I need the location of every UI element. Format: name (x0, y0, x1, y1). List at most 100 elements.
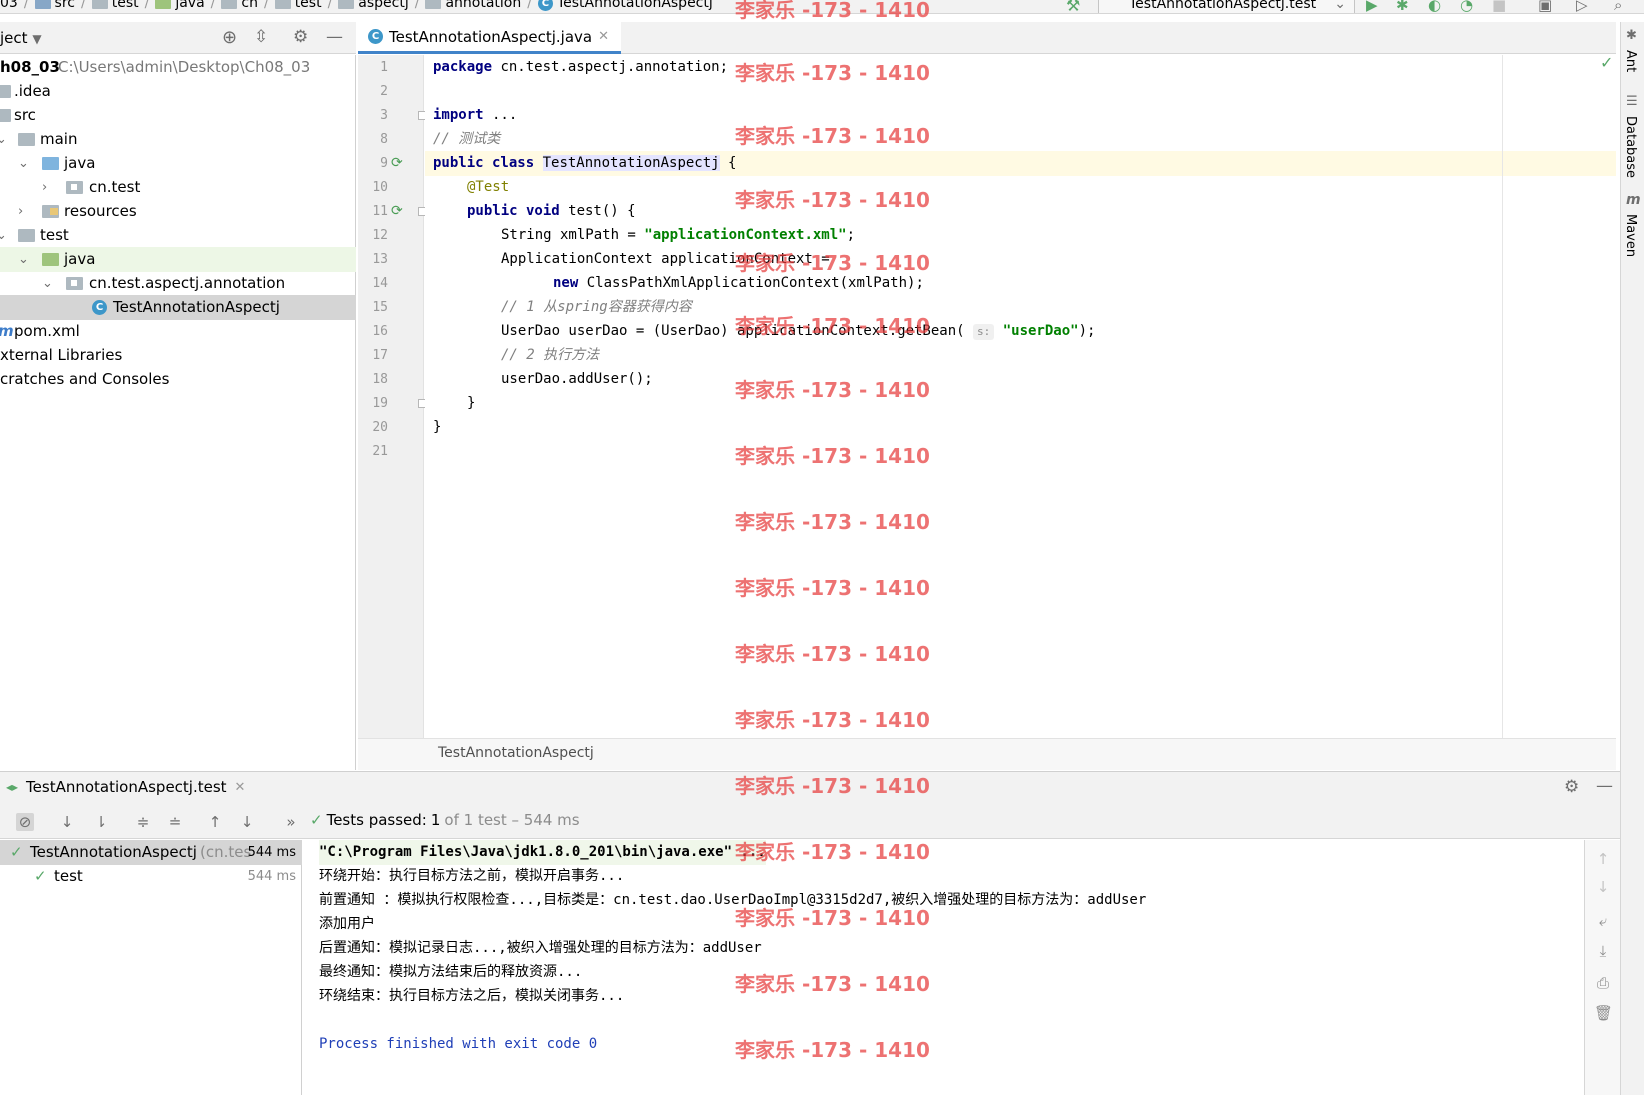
project-view-selector[interactable]: ject ▼ (0, 29, 42, 47)
run-tab[interactable]: ◂▸ TestAnnotationAspectj.test ✕ (6, 778, 245, 796)
minimize-icon[interactable]: — (326, 27, 343, 47)
test-status: ✓ Tests passed: 1 of 1 test – 544 ms (310, 811, 580, 829)
chevron-down-icon[interactable]: ⌄ (18, 247, 30, 272)
code-line: ApplicationContext applicationContext = (501, 251, 830, 267)
gear-icon[interactable]: ⚙ (1564, 777, 1579, 797)
line-number: 19 (372, 396, 388, 411)
tool-window-ant[interactable]: Ant (1623, 50, 1638, 72)
run-test-class-icon[interactable]: ⟳ (391, 155, 407, 171)
collapse-all-icon[interactable]: ≐ (166, 813, 184, 831)
scroll-to-end-icon[interactable]: ⤓ (1594, 942, 1612, 960)
code-editor[interactable]: package cn.test.aspectj.annotation; impo… (425, 55, 1616, 738)
check-icon: ✓ (310, 811, 323, 829)
console-toolbar: ↑ ↓ ⤶ ⤓ ⎙ 🗑 (1584, 840, 1620, 1095)
chevron-down-icon[interactable]: ⌄ (0, 223, 8, 248)
chevron-right-icon: / (144, 0, 150, 11)
tree-item-test[interactable]: ⌄ test (0, 223, 356, 248)
soft-wrap-icon[interactable]: ⤶ (1594, 912, 1612, 930)
run-test-method-icon[interactable]: ⟳ (391, 203, 407, 219)
chevron-right-icon: / (527, 0, 532, 11)
chevron-right-icon: / (263, 0, 269, 11)
chevron-down-icon[interactable]: ⌄ (42, 271, 54, 296)
close-icon[interactable]: ✕ (598, 29, 609, 44)
chevron-right-icon[interactable]: › (18, 199, 30, 224)
more-icon[interactable]: » (282, 813, 300, 831)
chevron-right-icon[interactable]: › (42, 175, 54, 200)
run-icon[interactable]: ▶ (1366, 0, 1384, 13)
right-tool-strip: ✱ Ant ☰ Database m Maven (1620, 22, 1644, 1095)
terminal-icon[interactable]: ▷ (1576, 0, 1594, 13)
tab-test-annotation-aspectj[interactable]: C TestAnnotationAspectj.java ✕ (358, 22, 622, 54)
minimize-icon[interactable]: — (1596, 776, 1613, 796)
breadcrumb-item-class[interactable]: C TestAnnotationAspectj (537, 0, 713, 11)
test-suite-row[interactable]: ✓ TestAnnotationAspectj (cn.tes 544 ms (0, 840, 302, 865)
breadcrumb-item-cn[interactable]: cn (221, 0, 258, 11)
code-line: // 测试类 (433, 131, 501, 147)
console-line: 添加用户 (319, 916, 375, 932)
breadcrumb-item-module[interactable]: 03 (0, 0, 18, 11)
close-icon[interactable]: ✕ (235, 780, 246, 795)
down-arrow-icon[interactable]: ↓ (1594, 878, 1612, 896)
build-hammer-icon[interactable]: ⚒ (1066, 0, 1084, 13)
folder-icon (91, 0, 108, 9)
trash-icon[interactable]: 🗑 (1594, 1004, 1613, 1022)
tree-item-test-java[interactable]: ⌄ java (0, 247, 356, 272)
ant-icon: ✱ (1626, 28, 1637, 43)
stop-icon[interactable]: ■ (1492, 0, 1510, 13)
show-passed-icon[interactable]: ⊘ (16, 813, 34, 831)
search-icon[interactable]: ⌕ (1614, 0, 1632, 13)
line-number: 15 (372, 300, 388, 315)
up-arrow-icon[interactable]: ↑ (1594, 850, 1612, 868)
chevron-down-icon[interactable]: ⌄ (18, 151, 30, 176)
tree-item-main[interactable]: ⌄ main (0, 127, 356, 152)
test-method-row[interactable]: ✓ test 544 ms (0, 864, 302, 889)
tree-item-pom[interactable]: m pom.xml (0, 319, 356, 344)
tree-item-annotation-package[interactable]: ⌄ cn.test.aspectj.annotation (0, 271, 356, 296)
line-number: 13 (372, 252, 388, 267)
chevron-down-icon[interactable]: ⌄ (0, 127, 8, 152)
breadcrumb-item-annotation[interactable]: annotation (425, 0, 521, 11)
code-line: String xmlPath = "applicationContext.xml… (501, 227, 856, 243)
tree-item-src[interactable]: src (0, 103, 356, 128)
coverage-icon[interactable]: ◐ (1428, 0, 1446, 13)
gear-icon[interactable]: ⚙ (293, 27, 308, 47)
tree-item-resources[interactable]: › resources (0, 199, 356, 224)
code-line: } (433, 419, 442, 435)
tree-item-idea[interactable]: .idea (0, 79, 356, 104)
next-failed-icon[interactable]: ↓ (238, 813, 256, 831)
breadcrumb-item-java[interactable]: java (155, 0, 205, 11)
tool-window-database[interactable]: Database (1623, 116, 1638, 178)
console-output[interactable]: "C:\Program Files\Java\jdk1.8.0_201\bin\… (303, 840, 1583, 1095)
debug-icon[interactable]: ✱ (1396, 0, 1414, 13)
sort-alphabetically-icon[interactable]: ↓ (58, 813, 76, 831)
locate-file-icon[interactable]: ⊕ (222, 27, 237, 48)
breadcrumb: 03/ src / test / java / cn / test / aspectj / … (0, 0, 717, 12)
expand-all-icon[interactable]: ≑ (134, 813, 152, 831)
tool-window-maven[interactable]: Maven (1623, 214, 1638, 257)
package-icon (66, 181, 83, 194)
line-number: 18 (372, 372, 388, 387)
breadcrumb-item-aspectj[interactable]: aspectj (338, 0, 409, 11)
profile-icon[interactable]: ◔ (1460, 0, 1478, 13)
previous-failed-icon[interactable]: ↑ (206, 813, 224, 831)
breadcrumb-item-test[interactable]: test (91, 0, 139, 11)
project-structure-icon[interactable]: ▣ (1538, 0, 1556, 13)
print-icon[interactable]: ⎙ (1594, 974, 1612, 992)
run-configuration-select[interactable]: TestAnnotationAspectj.test ⌄ (1098, 0, 1355, 13)
right-margin-guide (1502, 55, 1503, 738)
tree-item-project-root[interactable]: h08_03 C:\Users\admin\Desktop\Ch08_03 (0, 55, 356, 80)
tree-item-main-java[interactable]: ⌄ java (0, 151, 356, 176)
sort-by-duration-icon[interactable]: ⇂ (92, 813, 110, 831)
console-line-exit: Process finished with exit code 0 (319, 1036, 598, 1052)
tree-item-test-class[interactable]: C TestAnnotationAspectj (0, 295, 356, 320)
console-line: 环绕开始：执行目标方法之前，模拟开启事务... (319, 868, 625, 884)
tree-item-external-libraries[interactable]: xternal Libraries (0, 343, 356, 368)
collapse-all-icon[interactable]: ⇳ (254, 27, 268, 47)
tree-item-scratches[interactable]: cratches and Consoles (0, 367, 356, 392)
no-problems-check-icon[interactable]: ✓ (1600, 53, 1613, 72)
project-panel-header: ject ▼ ⊕ ⇳ ⚙ — (0, 22, 356, 54)
tree-item-cn-test[interactable]: › cn.test (0, 175, 356, 200)
line-number: 2 (380, 84, 388, 99)
breadcrumb-item-src[interactable]: src (34, 0, 75, 11)
breadcrumb-item-test-pkg[interactable]: test (274, 0, 322, 11)
